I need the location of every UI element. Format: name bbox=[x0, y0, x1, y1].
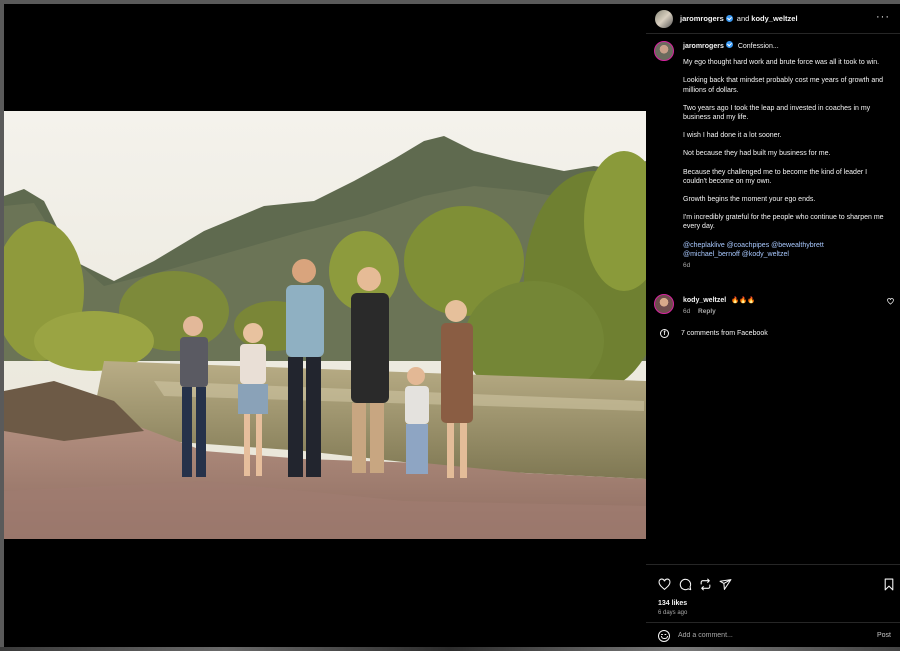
comment-like-icon[interactable] bbox=[887, 298, 894, 305]
caption-paragraph: Growth begins the moment your ego ends. bbox=[683, 196, 816, 204]
facebook-icon: f bbox=[660, 329, 669, 338]
comment-body: kody_weltzel 🔥🔥🔥 6d Reply bbox=[683, 296, 755, 315]
comment-timestamp[interactable]: 6d bbox=[683, 308, 690, 315]
caption-paragraph: Looking back that mindset probably cost … bbox=[683, 77, 883, 94]
caption-timestamp[interactable]: 6d bbox=[683, 261, 888, 270]
verified-icon bbox=[725, 41, 733, 48]
caption-username[interactable]: jaromrogers bbox=[683, 43, 724, 50]
caption-mentions[interactable]: @michael_bernoff @kody_weltzel bbox=[683, 250, 888, 259]
facebook-comments-label: 7 comments from Facebook bbox=[681, 330, 768, 337]
family-photo-image bbox=[4, 111, 646, 539]
facebook-comments-link[interactable]: f 7 comments from Facebook bbox=[660, 329, 768, 338]
save-icon[interactable] bbox=[883, 578, 895, 591]
share-icon[interactable] bbox=[719, 578, 732, 591]
post-actions: 134 likes 6 days ago Post bbox=[646, 564, 900, 647]
post-modal: jaromrogers and kody_weltzel ··· jaromro… bbox=[4, 4, 900, 647]
author-username[interactable]: jaromrogers bbox=[680, 14, 724, 23]
reply-button[interactable]: Reply bbox=[698, 308, 716, 315]
post-date[interactable]: 6 days ago bbox=[658, 610, 687, 616]
comment-composer: Post bbox=[646, 622, 900, 648]
post-header: jaromrogers and kody_weltzel ··· bbox=[646, 4, 900, 34]
likes-count[interactable]: 134 likes bbox=[658, 600, 687, 607]
comment-item: kody_weltzel 🔥🔥🔥 6d Reply bbox=[654, 294, 894, 315]
verified-icon bbox=[725, 15, 733, 22]
comment-input[interactable] bbox=[678, 632, 868, 639]
caption-paragraph: Not because they had built my business f… bbox=[683, 150, 831, 158]
author-avatar[interactable] bbox=[654, 41, 674, 61]
caption-body: jaromrogers Confession... My ego thought… bbox=[683, 41, 888, 270]
caption-mentions[interactable]: @cheplaklive @coachpipes @bewealthybrett bbox=[683, 241, 888, 250]
action-icons bbox=[658, 578, 894, 592]
comment-icon[interactable] bbox=[679, 578, 692, 591]
post-authors: jaromrogers and kody_weltzel bbox=[680, 14, 798, 23]
media-area bbox=[4, 4, 646, 647]
collab-conjunction: and bbox=[736, 14, 750, 23]
caption-paragraph: My ego thought hard work and brute force… bbox=[683, 59, 880, 67]
collab-avatar[interactable] bbox=[655, 9, 673, 28]
caption: jaromrogers Confession... My ego thought… bbox=[654, 41, 894, 269]
post-sidebar: jaromrogers and kody_weltzel ··· jaromro… bbox=[646, 4, 900, 647]
post-photo[interactable] bbox=[4, 111, 646, 539]
commenter-avatar[interactable] bbox=[654, 294, 674, 314]
repost-icon[interactable] bbox=[699, 578, 712, 591]
like-icon[interactable] bbox=[658, 578, 671, 591]
comment-text: 🔥🔥🔥 bbox=[731, 297, 756, 304]
collaborator-username[interactable]: kody_weltzel bbox=[751, 14, 797, 23]
background-strip bbox=[0, 647, 900, 651]
more-options-icon[interactable]: ··· bbox=[876, 12, 890, 23]
post-comment-button[interactable]: Post bbox=[877, 632, 891, 639]
caption-paragraph: I wish I had done it a lot sooner. bbox=[683, 132, 782, 140]
caption-paragraph: I'm incredibly grateful for the people w… bbox=[683, 214, 884, 231]
caption-paragraph: Two years ago I took the leap and invest… bbox=[683, 104, 871, 122]
caption-headline: Confession... bbox=[737, 43, 779, 50]
commenter-username[interactable]: kody_weltzel bbox=[683, 297, 726, 304]
emoji-icon[interactable] bbox=[658, 629, 670, 642]
caption-paragraph: Because they challenged me to become the… bbox=[683, 168, 868, 185]
